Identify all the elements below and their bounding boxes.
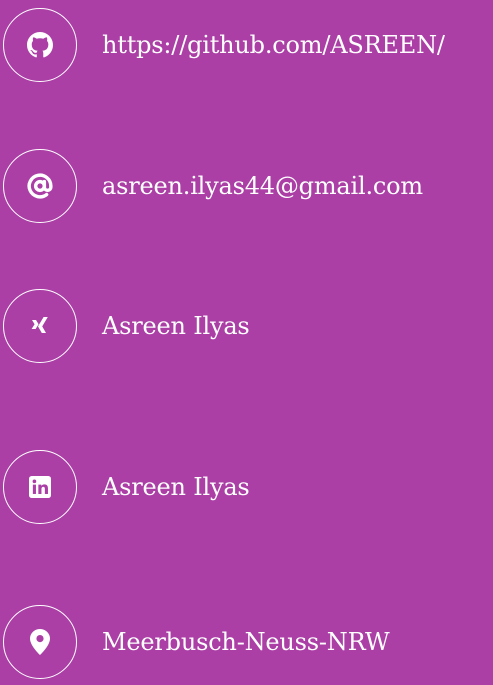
contact-linkedin-link[interactable]: Asreen Ilyas <box>3 449 250 525</box>
xing-icon <box>31 317 48 333</box>
linkedin-icon-circle <box>3 450 77 524</box>
linkedin-icon <box>29 476 51 498</box>
contact-xing-label: Asreen Ilyas <box>102 312 250 340</box>
github-icon-circle <box>3 8 77 82</box>
xing-icon-circle <box>3 289 77 363</box>
contact-linkedin-label: Asreen Ilyas <box>102 473 250 501</box>
email-icon-circle <box>3 149 77 223</box>
at-sign-icon <box>27 173 53 199</box>
contact-location-link[interactable]: Meerbusch-Neuss-NRW <box>3 604 390 680</box>
github-icon <box>27 32 53 58</box>
contact-list: https://github.com/ASREEN/ asreen.ilyas4… <box>0 0 493 685</box>
contact-email-label: asreen.ilyas44@gmail.com <box>102 172 423 200</box>
contact-email-link[interactable]: asreen.ilyas44@gmail.com <box>3 148 423 224</box>
map-pin-icon <box>30 629 50 655</box>
contact-github-label: https://github.com/ASREEN/ <box>102 31 445 59</box>
location-icon-circle <box>3 605 77 679</box>
contact-github-link[interactable]: https://github.com/ASREEN/ <box>3 7 445 83</box>
contact-xing-link[interactable]: Asreen Ilyas <box>3 288 250 364</box>
contact-location-label: Meerbusch-Neuss-NRW <box>102 628 390 656</box>
